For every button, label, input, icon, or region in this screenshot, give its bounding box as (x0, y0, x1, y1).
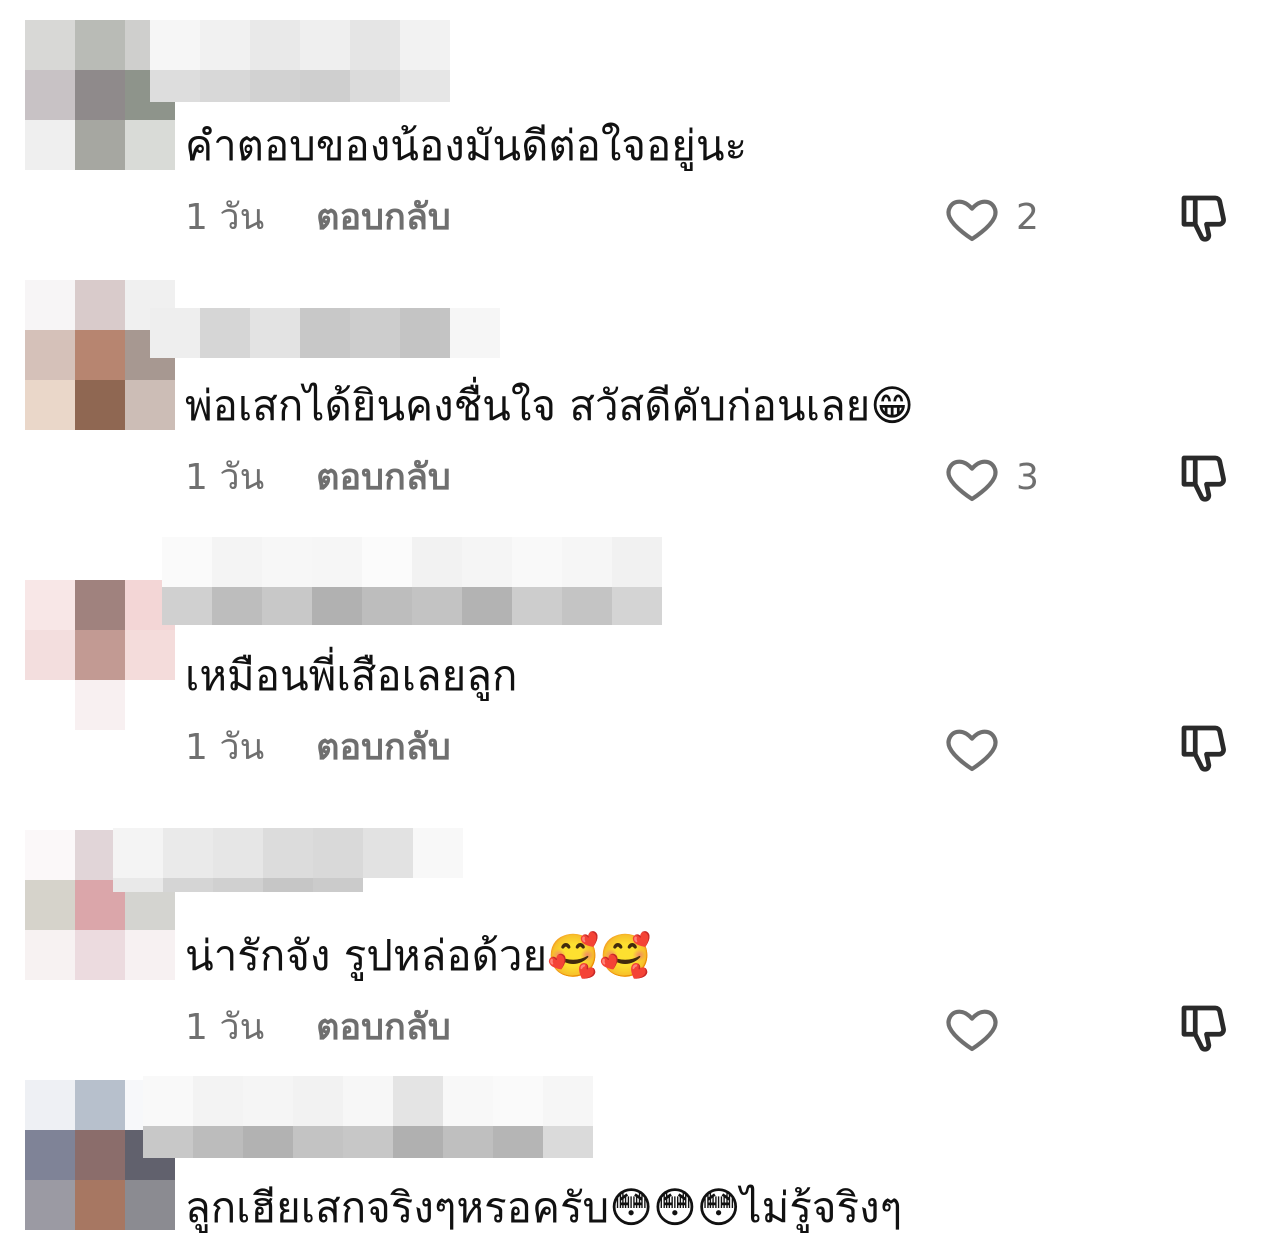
thumbs-down-icon[interactable] (1174, 188, 1234, 248)
comment-item: น่ารักจัง รูปหล่อด้วย🥰🥰 1 วัน ตอบกลับ (0, 828, 1280, 1096)
like-count: 3 (1016, 457, 1039, 498)
comment-item: ลูกเฮียเสกจริงๆหรอครับ😳😳😳ไม่รู้จริงๆ (0, 1076, 1280, 1250)
comment-item: คำตอบของน้องมันดีต่อใจอยู่นะ 1 วัน ตอบกลั… (0, 20, 1280, 286)
username-blurred[interactable] (143, 1076, 670, 1184)
comment-time: 1 วัน (185, 197, 265, 238)
comment-meta: 1 วัน ตอบกลับ (185, 198, 451, 238)
heart-icon[interactable] (944, 720, 1000, 776)
like-count: 2 (1016, 197, 1039, 238)
comment-meta: 1 วัน ตอบกลับ (185, 728, 451, 768)
comment-meta: 1 วัน ตอบกลับ (185, 1008, 451, 1048)
comment-text: คำตอบของน้องมันดีต่อใจอยู่นะ (185, 121, 748, 170)
comment-meta: 1 วัน ตอบกลับ (185, 458, 451, 498)
heart-icon[interactable] (944, 450, 1000, 506)
heart-icon[interactable] (944, 1000, 1000, 1056)
reply-button[interactable]: ตอบกลับ (316, 1007, 451, 1048)
reply-button[interactable]: ตอบกลับ (316, 727, 451, 768)
heart-icon[interactable] (944, 190, 1000, 246)
comment-text: น่ารักจัง รูปหล่อด้วย🥰🥰 (185, 931, 652, 980)
comment-text: พ่อเสกได้ยินคงชื่นใจ สวัสดีคับก่อนเลย😁 (185, 381, 915, 430)
reply-button[interactable]: ตอบกลับ (316, 197, 451, 238)
username-blurred[interactable] (150, 20, 670, 124)
comment-time: 1 วัน (185, 727, 265, 768)
username-blurred[interactable] (150, 530, 670, 634)
comment-time: 1 วัน (185, 457, 265, 498)
comment-text: ลูกเฮียเสกจริงๆหรอครับ😳😳😳ไม่รู้จริงๆ (185, 1183, 903, 1232)
comment-text: เหมือนพี่เสือเลยลูก (185, 651, 518, 700)
comment-item: พ่อเสกได้ยินคงชื่นใจ สวัสดีคับก่อนเลย😁 1… (0, 280, 1280, 546)
comment-item: เหมือนพี่เสือเลยลูก 1 วัน ตอบกลับ (0, 530, 1280, 796)
comment-time: 1 วัน (185, 1007, 265, 1048)
reply-button[interactable]: ตอบกลับ (316, 457, 451, 498)
thumbs-down-icon[interactable] (1174, 718, 1234, 778)
thumbs-down-icon[interactable] (1174, 448, 1234, 508)
username-blurred[interactable] (113, 828, 670, 934)
thumbs-down-icon[interactable] (1174, 998, 1234, 1058)
username-blurred[interactable] (150, 280, 670, 384)
